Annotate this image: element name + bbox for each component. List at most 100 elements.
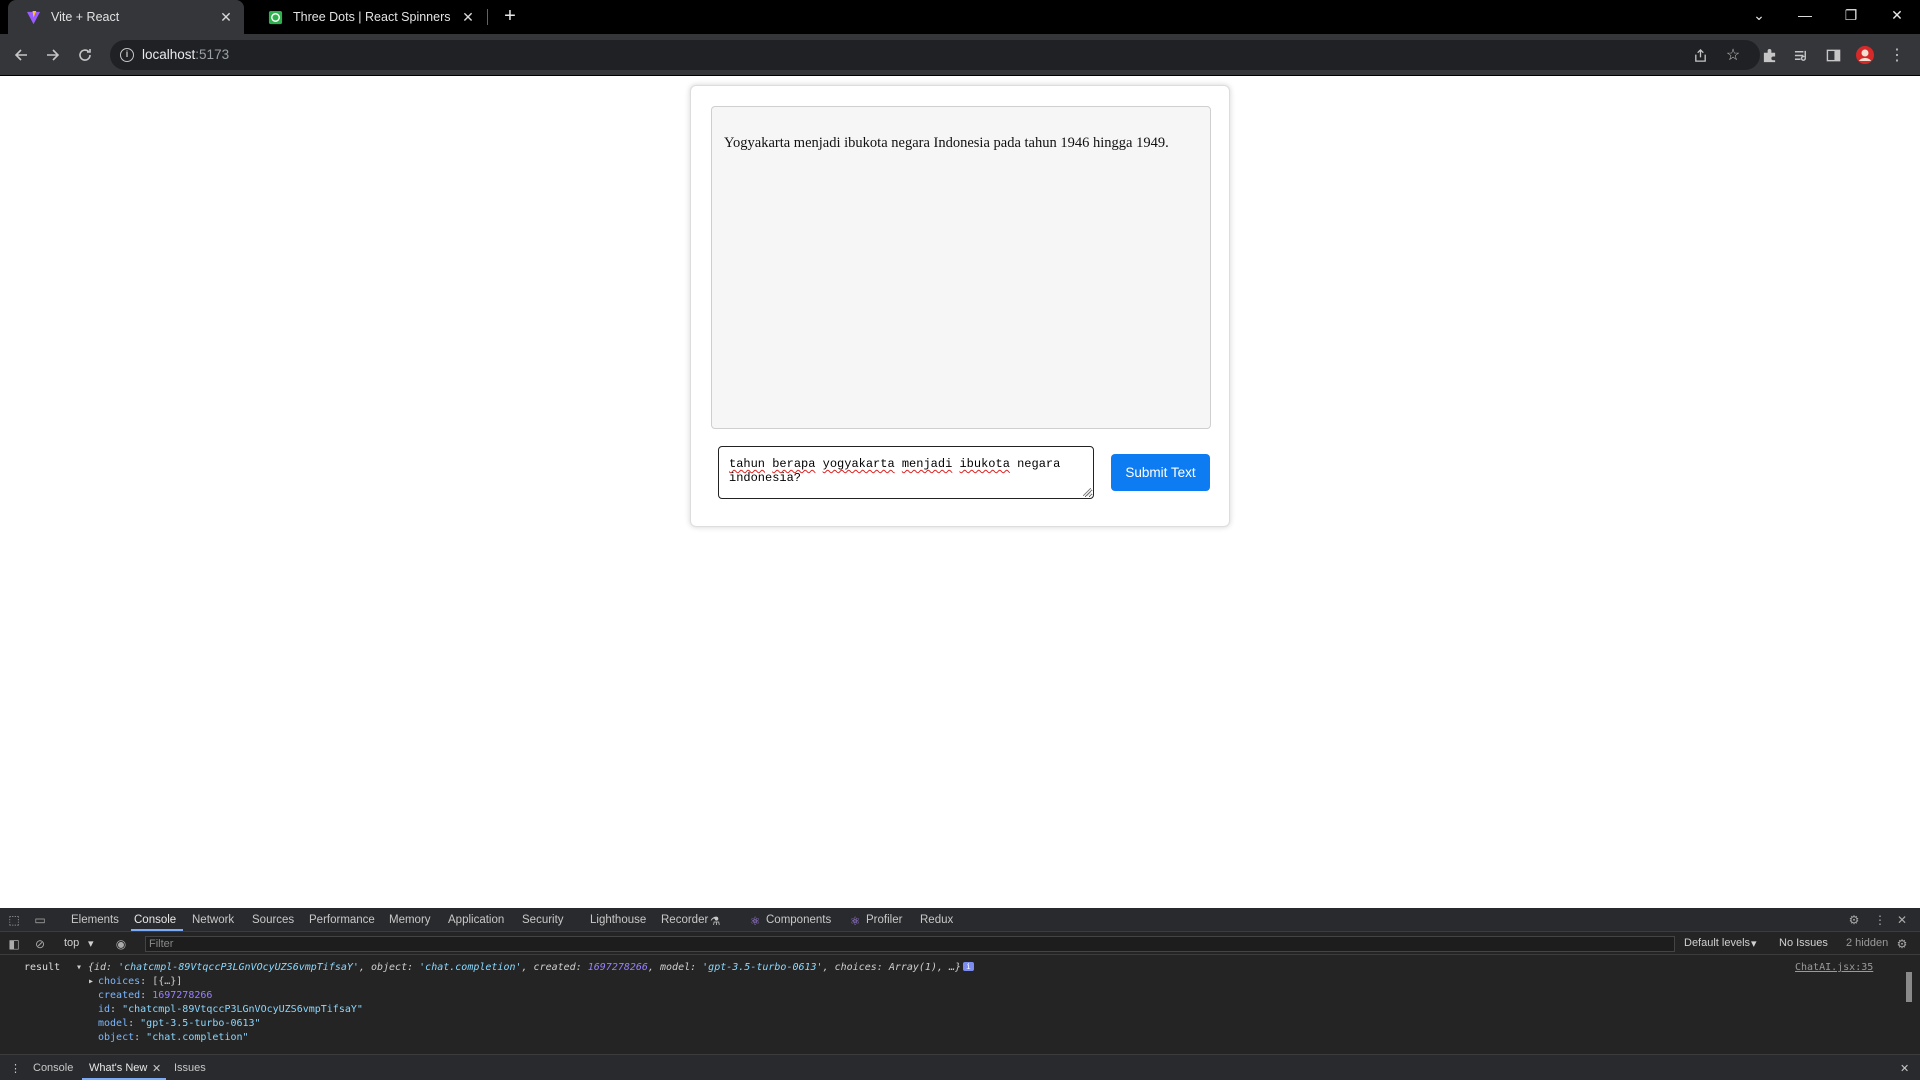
filter-input[interactable]: Filter (145, 936, 1675, 952)
devtools-panel: ⬚ ▭ Elements Console Network Sources Per… (0, 908, 1920, 1080)
sidebar-toggle-icon[interactable]: ◧ (6, 936, 22, 952)
site-info-icon[interactable]: i (120, 48, 134, 62)
prompt-word: tahun (729, 457, 766, 471)
log-levels-dropdown[interactable]: Default levels (1684, 937, 1750, 949)
chat-card: Yogyakarta menjadi ibukota negara Indone… (690, 85, 1230, 527)
close-tab-icon[interactable]: ✕ (218, 9, 234, 26)
prompt-word: berapa (772, 457, 816, 471)
tab-network[interactable]: Network (192, 914, 234, 926)
close-tab-icon[interactable]: ✕ (460, 9, 476, 26)
clear-console-icon[interactable]: ⊘ (32, 936, 48, 952)
answer-text: Yogyakarta menjadi ibukota negara Indone… (724, 135, 1169, 151)
tab-lighthouse[interactable]: Lighthouse (590, 914, 646, 926)
tab-sources[interactable]: Sources (252, 914, 294, 926)
tab-react-spinners[interactable]: Three Dots | React Spinners ✕ (250, 0, 486, 34)
prompt-word: yogyakarta (822, 457, 895, 471)
summary-choices: Array(1), …} (888, 962, 962, 973)
tab-performance[interactable]: Performance (309, 914, 375, 926)
close-devtools-icon[interactable]: ✕ (1894, 912, 1910, 928)
tab-search-icon[interactable]: ⌄ (1736, 0, 1782, 30)
expand-triangle-icon[interactable]: ▸ (88, 976, 94, 987)
minimize-button[interactable]: — (1782, 0, 1828, 30)
restore-button[interactable]: ❐ (1828, 0, 1874, 30)
context-selector[interactable]: top (64, 937, 79, 949)
reload-icon (79, 49, 91, 61)
address-bar[interactable]: i localhost:5173 ☆ (110, 40, 1760, 70)
new-tab-button[interactable]: + (498, 5, 522, 29)
answer-box: Yogyakarta menjadi ibukota negara Indone… (711, 106, 1211, 429)
prompt-word: menjadi (901, 457, 953, 471)
settings-gear-icon[interactable]: ⚙ (1846, 912, 1862, 928)
close-window-button[interactable]: ✕ (1874, 0, 1920, 30)
tab-memory[interactable]: Memory (389, 914, 431, 926)
prompt-line-1: tahun berapa yogyakarta menjadi ibukota … (729, 457, 1083, 471)
filter-placeholder: Filter (149, 938, 174, 950)
resize-grip-icon[interactable] (1083, 488, 1091, 496)
chevron-down-icon: ▾ (1751, 938, 1757, 950)
console-filter-bar: ◧ ⊘ top ▾ ◉ Filter Default levels ▾ No I… (0, 933, 1920, 955)
close-drawer-icon[interactable]: ✕ (1900, 1062, 1909, 1075)
prop-model: model: "gpt-3.5-turbo-0613" (98, 1018, 261, 1029)
object-value: "chat.completion" (146, 1032, 249, 1043)
tab-title: Vite + React (51, 10, 120, 24)
media-control-icon[interactable] (1788, 42, 1814, 68)
bookmark-star-icon[interactable]: ☆ (1720, 42, 1746, 68)
log-label: result (24, 962, 61, 973)
url-host: localhost (142, 47, 196, 62)
log-summary[interactable]: {id: 'chatcmpl-89VtqccP3LGnVOcyUZS6vmpTi… (88, 962, 961, 973)
scrollbar-thumb[interactable] (1906, 972, 1912, 1002)
react-components-icon: ⚛ (750, 916, 761, 928)
console-scrollbar[interactable] (1904, 962, 1914, 1052)
prop-object: object: "chat.completion" (98, 1032, 249, 1043)
prop-id: id: "chatcmpl-89VtqccP3LGnVOcyUZS6vmpTif… (98, 1004, 363, 1015)
tab-strip: Vite + React ✕ Three Dots | React Spinne… (0, 0, 1920, 34)
tab-components[interactable]: Components (766, 914, 831, 926)
tab-recorder[interactable]: Recorder (661, 914, 708, 926)
tab-application[interactable]: Application (448, 914, 504, 926)
tab-security[interactable]: Security (522, 914, 564, 926)
arrow-left-icon (14, 49, 27, 61)
share-icon[interactable] (1687, 42, 1713, 68)
devtools-menu-icon[interactable]: ⋮ (1872, 912, 1888, 928)
vite-logo-icon (26, 10, 41, 24)
inspect-element-icon[interactable]: ⬚ (6, 912, 22, 928)
tab-elements[interactable]: Elements (71, 914, 119, 926)
prompt-word: negara (1017, 457, 1061, 471)
back-button[interactable] (8, 42, 34, 68)
extensions-puzzle-icon[interactable] (1756, 42, 1782, 68)
react-profiler-icon: ⚛ (850, 916, 861, 928)
tab-title: Three Dots | React Spinners (293, 10, 451, 24)
device-toolbar-icon[interactable]: ▭ (32, 912, 48, 928)
profile-avatar[interactable] (1852, 42, 1878, 68)
prompt-textarea[interactable]: tahun berapa yogyakarta menjadi ibukota … (718, 446, 1094, 499)
prompt-word: ibukota (959, 457, 1010, 471)
submit-button[interactable]: Submit Text (1111, 454, 1210, 491)
drawer-tab-whats-new[interactable]: What's New (89, 1062, 147, 1074)
summary-model: 'gpt-3.5-turbo-0613' (702, 962, 823, 973)
summary-object: 'chat.completion' (419, 962, 522, 973)
prop-choices[interactable]: choices: [{…}] (98, 976, 182, 987)
tab-console[interactable]: Console (134, 914, 176, 926)
arrow-right-icon (47, 49, 60, 61)
drawer-tab-console[interactable]: Console (33, 1062, 73, 1074)
console-output: result ▾ {id: 'chatcmpl-89VtqccP3LGnVOcy… (0, 956, 1900, 1056)
info-badge-icon[interactable]: i (963, 962, 974, 971)
live-expression-eye-icon[interactable]: ◉ (113, 936, 129, 952)
expand-triangle-icon[interactable]: ▾ (76, 962, 82, 973)
forward-button[interactable] (40, 42, 66, 68)
close-drawer-tab-icon[interactable]: ✕ (152, 1062, 161, 1075)
browser-toolbar: i localhost:5173 ☆ ⋮ (0, 34, 1920, 76)
drawer-menu-icon[interactable]: ⋮ (10, 1062, 21, 1075)
console-settings-icon[interactable]: ⚙ (1894, 936, 1910, 952)
source-link[interactable]: ChatAI.jsx:35 (1795, 962, 1873, 973)
url-port: :5173 (195, 47, 230, 62)
tab-redux[interactable]: Redux (920, 914, 953, 926)
reload-button[interactable] (72, 42, 98, 68)
issues-counter[interactable]: No Issues (1779, 937, 1828, 949)
menu-kebab-icon[interactable]: ⋮ (1884, 42, 1910, 68)
tab-profiler[interactable]: Profiler (866, 914, 902, 926)
drawer-tab-issues[interactable]: Issues (174, 1062, 206, 1074)
model-value: "gpt-3.5-turbo-0613" (140, 1018, 261, 1029)
tab-vite-react[interactable]: Vite + React ✕ (8, 0, 244, 34)
side-panel-icon[interactable] (1820, 42, 1846, 68)
